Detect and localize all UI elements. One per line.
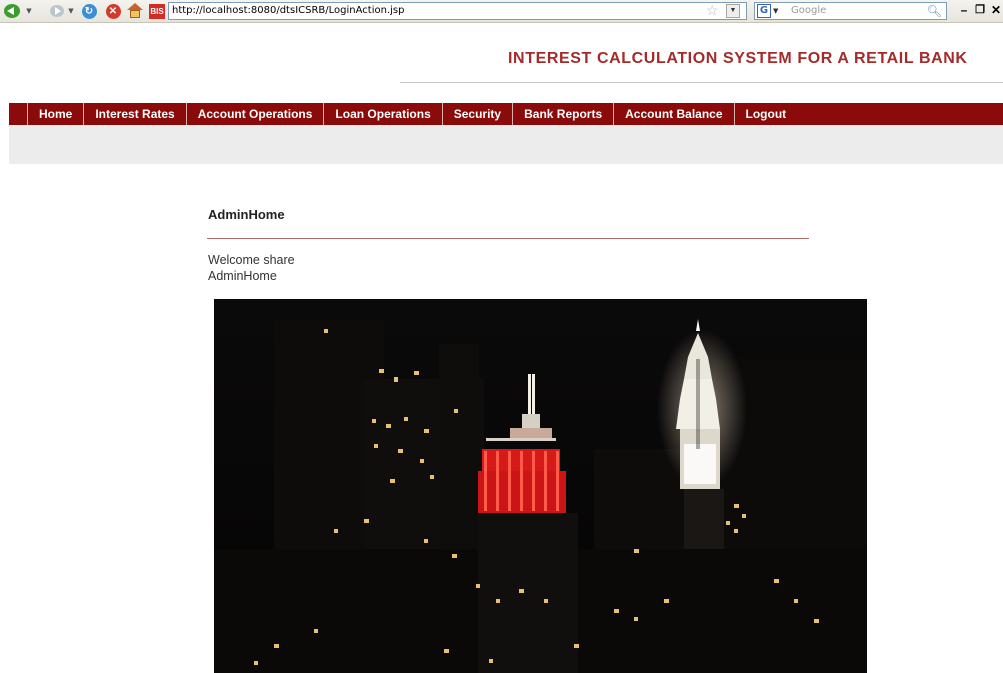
nav-spacer — [9, 103, 28, 125]
reload-icon[interactable]: ↻ — [80, 2, 98, 20]
browser-toolbar: ▼ ▼ ↻ ✕ BIS http://localhost:8080/dtsICS… — [0, 0, 1003, 23]
subtitle-text: AdminHome — [208, 269, 277, 283]
main-nav: Home Interest Rates Account Operations L… — [9, 103, 1003, 125]
url-bar[interactable]: http://localhost:8080/dtsICSRB/LoginActi… — [168, 2, 747, 20]
close-icon[interactable]: ✕ — [991, 3, 1003, 17]
page-heading: AdminHome — [208, 207, 285, 222]
nav-bank-reports[interactable]: Bank Reports — [513, 103, 615, 125]
heading-divider — [207, 238, 809, 239]
minimize-icon[interactable]: – — [958, 3, 970, 17]
nav-home[interactable]: Home — [28, 103, 85, 125]
city-night-photo — [214, 299, 867, 673]
forward-arrow-icon[interactable] — [49, 2, 65, 20]
app-title: INTEREST CALCULATION SYSTEM FOR A RETAIL… — [508, 50, 968, 67]
engine-dropdown-icon[interactable]: ▼ — [773, 4, 778, 18]
back-history-dropdown[interactable]: ▼ — [24, 2, 34, 20]
url-dropdown-button[interactable]: ▼ — [726, 4, 740, 18]
stop-icon[interactable]: ✕ — [104, 2, 122, 20]
nav-security[interactable]: Security — [443, 103, 514, 125]
restore-icon[interactable]: ❐ — [974, 3, 986, 17]
search-input[interactable]: G ▼ Google 🔍︎ — [754, 2, 947, 20]
nav-account-balance[interactable]: Account Balance — [614, 103, 735, 125]
home-icon[interactable] — [126, 2, 144, 20]
sub-nav-bar — [9, 125, 1003, 164]
nav-interest-rates[interactable]: Interest Rates — [84, 103, 187, 125]
forward-history-dropdown[interactable]: ▼ — [66, 2, 76, 20]
nav-logout[interactable]: Logout — [735, 103, 798, 125]
back-arrow-icon[interactable] — [2, 2, 22, 20]
welcome-text: Welcome share — [208, 253, 295, 267]
star-icon[interactable]: ☆ — [706, 2, 722, 18]
site-favicon: BIS — [148, 2, 166, 20]
search-placeholder: Google — [791, 5, 827, 16]
google-engine-icon[interactable]: G — [757, 4, 771, 18]
favicon-text: BIS — [149, 3, 165, 19]
url-text: http://localhost:8080/dtsICSRB/LoginActi… — [172, 5, 405, 16]
nav-loan-operations[interactable]: Loan Operations — [324, 103, 443, 125]
search-icon[interactable]: 🔍︎ — [927, 4, 942, 18]
nav-account-operations[interactable]: Account Operations — [187, 103, 325, 125]
header-divider — [400, 82, 1003, 83]
